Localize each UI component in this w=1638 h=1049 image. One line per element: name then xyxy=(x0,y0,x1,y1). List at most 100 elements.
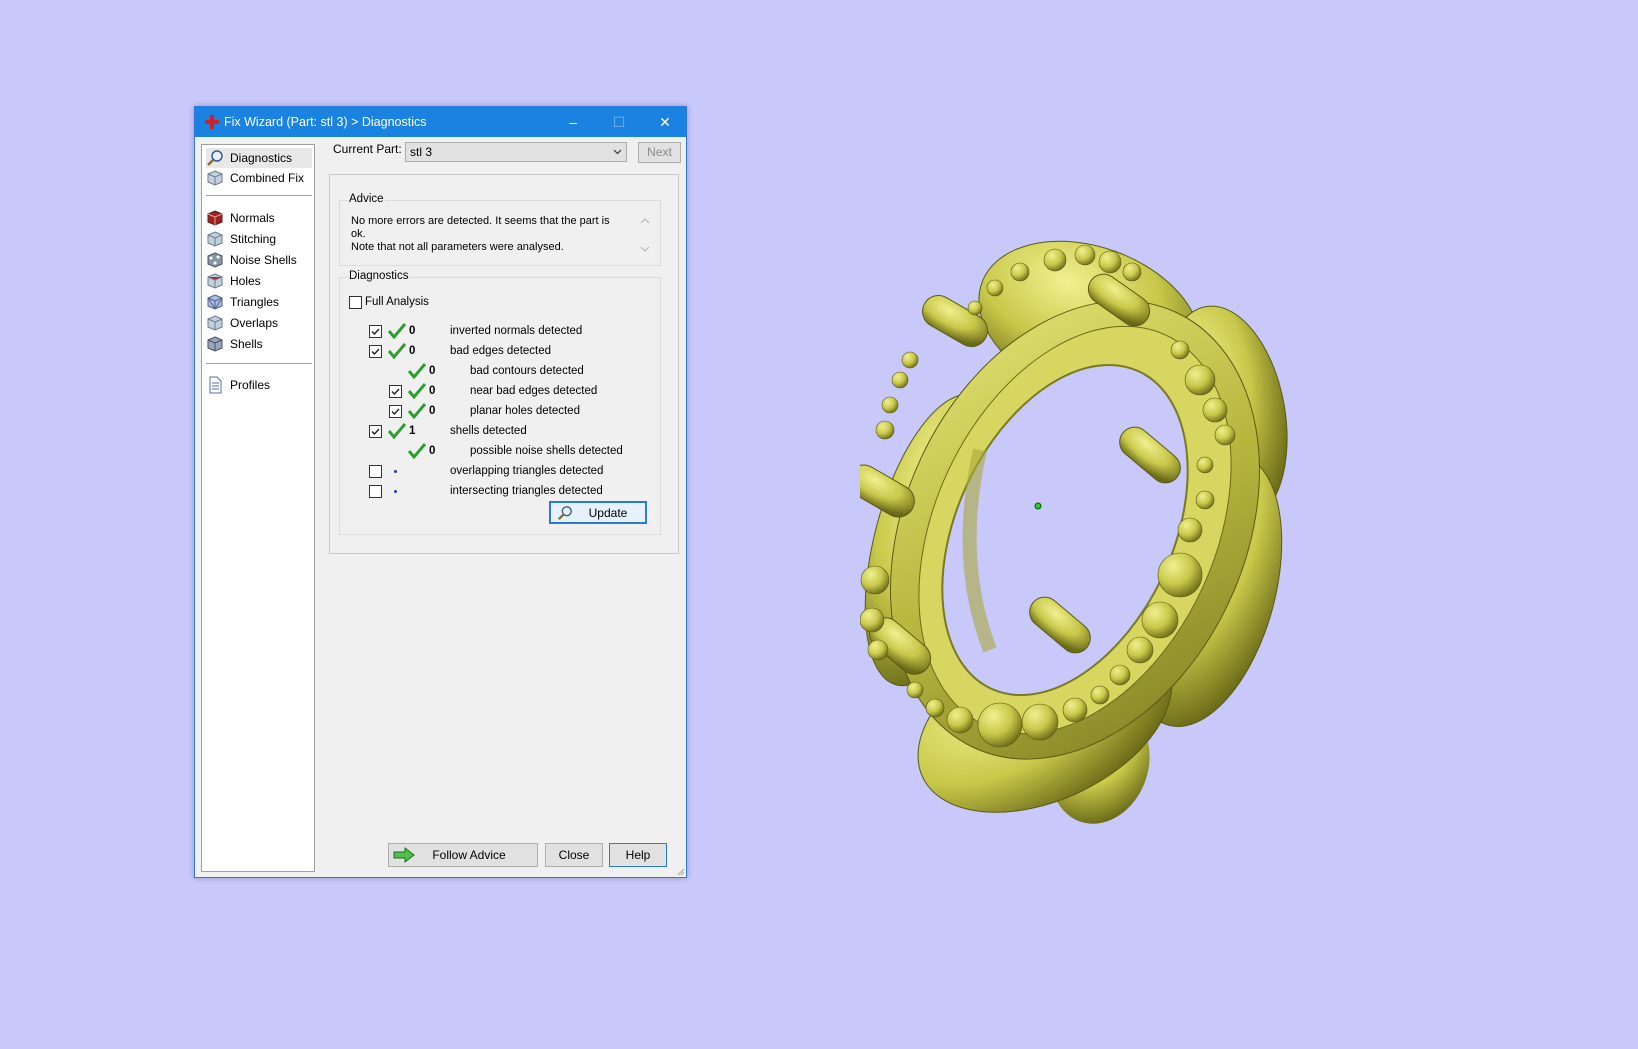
row-checkbox-inverted-normals[interactable] xyxy=(369,325,382,338)
checkmark-icon xyxy=(371,348,380,356)
nav-label-overlaps: Overlaps xyxy=(230,316,279,330)
diagnostics-title: Diagnostics xyxy=(348,270,410,282)
advice-line-1: No more errors are detected. It seems th… xyxy=(351,215,610,240)
nav-item-profiles[interactable]: Profiles xyxy=(206,375,312,395)
checkmark-icon xyxy=(371,328,380,336)
row-label: possible noise shells detected xyxy=(470,445,623,457)
row-label: overlapping triangles detected xyxy=(450,465,604,477)
follow-advice-label: Follow Advice xyxy=(432,848,506,862)
nav-label-noise-shells: Noise Shells xyxy=(230,253,297,267)
row-count: 0 xyxy=(429,385,436,397)
nav-label-combined-fix: Combined Fix xyxy=(230,171,305,185)
row-label: intersecting triangles detected xyxy=(450,485,603,497)
magnifier-icon xyxy=(207,150,223,166)
scroll-up-icon[interactable] xyxy=(640,217,650,225)
advice-title: Advice xyxy=(348,193,385,205)
maximize-button[interactable]: ☐ xyxy=(596,107,642,137)
arrow-right-icon xyxy=(393,847,415,863)
title-bar[interactable]: Fix Wizard (Part: stl 3) > Diagnostics –… xyxy=(195,107,686,137)
status-ok-icon xyxy=(388,323,406,339)
row-count: 0 xyxy=(409,325,416,337)
status-ok-icon xyxy=(408,383,426,399)
update-label: Update xyxy=(588,506,628,520)
current-part-label: Current Part: xyxy=(333,142,402,156)
document-icon xyxy=(209,376,222,394)
diagnostics-panel: Advice No more errors are detected. It s… xyxy=(329,174,679,554)
row-checkbox-near-bad-edges[interactable] xyxy=(389,385,402,398)
nav-item-holes[interactable]: Holes xyxy=(206,271,312,291)
status-pending-dot xyxy=(394,470,397,473)
fix-wizard-window: Fix Wizard (Part: stl 3) > Diagnostics –… xyxy=(194,106,687,878)
status-ok-icon xyxy=(408,363,426,379)
triangles-cube-icon xyxy=(207,294,223,310)
close-button[interactable]: Close xyxy=(545,843,603,867)
nav-item-combined-fix[interactable]: Combined Fix xyxy=(206,168,312,188)
checkmark-icon xyxy=(371,428,380,436)
row-label: inverted normals detected xyxy=(450,325,583,337)
ring-model[interactable] xyxy=(860,230,1320,840)
current-part-value: stl 3 xyxy=(410,145,433,159)
status-ok-icon xyxy=(388,343,406,359)
status-ok-icon xyxy=(408,403,426,419)
nav-item-overlaps[interactable]: Overlaps xyxy=(206,313,312,333)
nav-separator xyxy=(206,363,312,364)
checkmark-icon xyxy=(391,388,400,396)
diagnostics-group: Diagnostics Full Analysis 0 inverted nor… xyxy=(339,270,661,535)
nav-item-normals[interactable]: Normals xyxy=(206,208,312,228)
nav-label-profiles: Profiles xyxy=(230,378,271,392)
row-checkbox-shells[interactable] xyxy=(369,425,382,438)
nav-item-diagnostics[interactable]: Diagnostics xyxy=(206,148,312,168)
row-checkbox-planar-holes[interactable] xyxy=(389,405,402,418)
noise-shells-icon xyxy=(207,252,223,268)
close-window-button[interactable]: ✕ xyxy=(642,107,688,137)
row-label: shells detected xyxy=(450,425,527,437)
window-title: Fix Wizard (Part: stl 3) > Diagnostics xyxy=(224,115,427,129)
status-pending-dot xyxy=(394,490,397,493)
row-label: planar holes detected xyxy=(470,405,580,417)
nav-item-shells[interactable]: Shells xyxy=(206,334,312,354)
row-checkbox-intersecting-triangles[interactable] xyxy=(369,485,382,498)
fix-nav-panel: Diagnostics Combined Fix Normals Stitchi… xyxy=(201,144,315,872)
help-button[interactable]: Help xyxy=(609,843,667,867)
row-checkbox-bad-edges[interactable] xyxy=(369,345,382,358)
row-count: 0 xyxy=(429,365,436,377)
advice-group: Advice No more errors are detected. It s… xyxy=(339,193,661,266)
row-count: 1 xyxy=(409,425,416,437)
nav-item-triangles[interactable]: Triangles xyxy=(206,292,312,312)
next-button[interactable]: Next xyxy=(638,142,681,163)
nav-item-noise-shells[interactable]: Noise Shells xyxy=(206,250,312,270)
full-analysis-checkbox[interactable] xyxy=(349,296,362,309)
current-part-select[interactable]: stl 3 xyxy=(405,142,627,162)
normals-cube-icon xyxy=(207,210,223,226)
nav-separator xyxy=(206,195,312,196)
row-label: bad edges detected xyxy=(450,345,552,357)
advice-text: No more errors are detected. It seems th… xyxy=(351,215,621,254)
row-count: 0 xyxy=(409,345,416,357)
row-label: bad contours detected xyxy=(470,365,584,377)
nav-label-stitching: Stitching xyxy=(230,232,277,246)
nav-label-holes: Holes xyxy=(230,274,261,288)
scroll-down-icon[interactable] xyxy=(640,245,650,253)
minimize-button[interactable]: – xyxy=(550,107,596,137)
cube-icon xyxy=(207,170,223,186)
nav-label-normals: Normals xyxy=(230,211,275,225)
nav-item-stitching[interactable]: Stitching xyxy=(206,229,312,249)
stitching-cube-icon xyxy=(207,231,223,247)
follow-advice-button[interactable]: Follow Advice xyxy=(388,843,538,867)
app-cross-icon xyxy=(205,115,219,129)
status-ok-icon xyxy=(388,423,406,439)
nav-label-diagnostics: Diagnostics xyxy=(230,151,293,165)
checkmark-icon xyxy=(391,408,400,416)
chevron-down-icon xyxy=(613,149,622,155)
row-label: near bad edges detected xyxy=(470,385,598,397)
full-analysis-label: Full Analysis xyxy=(365,296,429,308)
row-count: 0 xyxy=(429,445,436,457)
holes-cube-icon xyxy=(207,273,223,289)
status-ok-icon xyxy=(408,443,426,459)
row-count: 0 xyxy=(429,405,436,417)
nav-label-triangles: Triangles xyxy=(230,295,279,309)
resize-grip-icon[interactable] xyxy=(675,866,685,876)
row-checkbox-overlapping-triangles[interactable] xyxy=(369,465,382,478)
pivot-marker xyxy=(1034,502,1042,510)
update-button[interactable]: Update xyxy=(549,501,647,524)
